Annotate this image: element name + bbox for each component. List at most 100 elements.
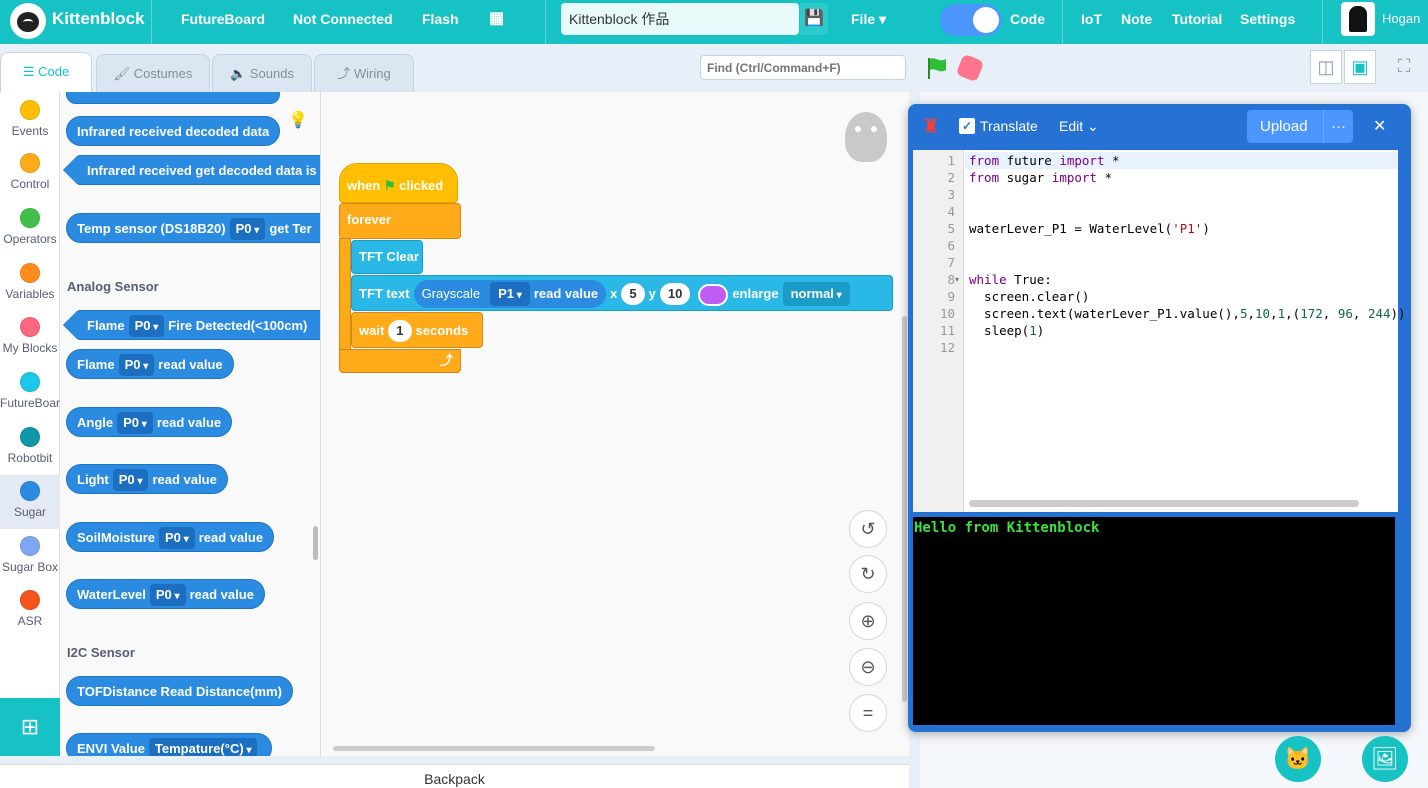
palette-block-light-read[interactable]: LightP0read value bbox=[66, 464, 228, 494]
brand-name: Kittenblock bbox=[52, 9, 145, 28]
category-events[interactable]: Events bbox=[0, 92, 60, 146]
large-stage-icon[interactable]: ▣ bbox=[1344, 50, 1376, 84]
palette-block-flame-detected[interactable]: FlameP0Fire Detected(<100cm) bbox=[76, 310, 320, 340]
upload-button[interactable]: Upload ··· bbox=[1247, 110, 1353, 143]
tft-clear-block[interactable]: TFT Clear bbox=[351, 240, 423, 274]
zoom-out-icon[interactable]: ⊖ bbox=[849, 648, 887, 686]
wait-block[interactable]: wait 1 seconds bbox=[351, 312, 483, 348]
palette-block-soil-read[interactable]: SoilMoistureP0read value bbox=[66, 522, 275, 552]
file-menu[interactable]: File ▾ bbox=[851, 0, 886, 44]
palette-block-angle-read[interactable]: AngleP0read value bbox=[66, 407, 233, 437]
tab-sounds[interactable]: 🔈 Sounds bbox=[212, 54, 312, 92]
save-icon[interactable]: 💾 bbox=[800, 3, 828, 35]
block-palette: Infrared received decoded data 💡 Infrare… bbox=[60, 92, 321, 756]
green-flag-small-icon: ⚑ bbox=[383, 178, 396, 193]
wiring-icon: ⤴ bbox=[337, 66, 354, 81]
backpack-bar[interactable]: Backpack bbox=[0, 764, 909, 788]
kittenblock-logo-icon bbox=[10, 3, 46, 39]
size-dropdown[interactable]: normal bbox=[782, 282, 850, 306]
code-line-9: screen.clear() bbox=[969, 289, 1090, 304]
find-input[interactable] bbox=[700, 55, 906, 80]
firmware-chip-icon[interactable]: ▦ bbox=[489, 0, 504, 44]
note-menu[interactable]: Note bbox=[1121, 0, 1152, 44]
redo-icon[interactable]: ↻ bbox=[849, 555, 887, 593]
tab-costumes[interactable]: 🖌 Costumes bbox=[96, 54, 210, 92]
category-robotbit[interactable]: Robotbit bbox=[0, 421, 60, 475]
green-flag-icon[interactable] bbox=[925, 56, 949, 80]
workspace-h-scrollbar[interactable] bbox=[333, 746, 655, 751]
add-backdrop-icon[interactable]: 🖼 bbox=[1362, 736, 1408, 782]
palette-block-flame-read[interactable]: FlameP0read value bbox=[66, 349, 234, 379]
small-stage-icon[interactable]: ◫ bbox=[1310, 50, 1342, 84]
palette-block-temp-sensor[interactable]: Temp sensor (DS18B20)P0get Ter bbox=[66, 213, 320, 243]
undo-icon[interactable]: ↺ bbox=[849, 510, 887, 548]
code-mode-toggle[interactable] bbox=[940, 4, 1002, 36]
project-title-input[interactable] bbox=[561, 3, 799, 35]
category-sugar-box[interactable]: Sugar Box bbox=[0, 530, 60, 584]
user-name[interactable]: Hogan bbox=[1382, 0, 1420, 44]
translate-label: Translate bbox=[980, 118, 1038, 134]
category-asr[interactable]: ASR bbox=[0, 584, 60, 638]
palette-block-tof[interactable]: TOFDistance Read Distance(mm) bbox=[66, 676, 293, 706]
connection-status[interactable]: Not Connected bbox=[293, 0, 393, 44]
kitten-mascot-icon bbox=[845, 112, 887, 162]
ir-receiver-icon: 💡 bbox=[288, 112, 308, 129]
i2c-sensor-section: I2C Sensor bbox=[67, 645, 135, 660]
palette-block-waterlevel-read[interactable]: WaterLevelP0read value bbox=[66, 579, 265, 609]
workspace-v-scrollbar[interactable] bbox=[902, 316, 907, 702]
iot-menu[interactable]: IoT bbox=[1081, 0, 1102, 44]
editor-tabs: ☰ Code 🖌 Costumes 🔈 Sounds ⤴ Wiring bbox=[0, 44, 420, 92]
code-panel: ♜ ✓ Translate Edit ⌄ Upload ··· ✕ 1 2 3 4… bbox=[908, 104, 1411, 732]
wait-input[interactable]: 1 bbox=[388, 320, 412, 342]
top-bar: Kittenblock FutureBoard Not Connected Fl… bbox=[0, 0, 1428, 44]
close-icon[interactable]: ✕ bbox=[1373, 116, 1386, 136]
fullscreen-icon[interactable]: ⛶ bbox=[1388, 50, 1420, 84]
edit-menu[interactable]: Edit ⌄ bbox=[1059, 118, 1099, 135]
upload-more-button[interactable]: ··· bbox=[1323, 110, 1353, 143]
python-rocket-icon: ♜ bbox=[922, 116, 940, 138]
tab-code[interactable]: ☰ Code bbox=[0, 52, 92, 92]
category-my-blocks[interactable]: My Blocks bbox=[0, 311, 60, 365]
console-output: Hello from Kittenblock bbox=[913, 517, 1395, 725]
palette-block-ir-decoded[interactable]: Infrared received decoded data bbox=[66, 116, 281, 146]
forever-block[interactable]: forever bbox=[339, 203, 461, 239]
add-sprite-icon[interactable]: 🐱 bbox=[1275, 736, 1321, 782]
code-toggle-label: Code bbox=[1010, 11, 1045, 27]
settings-menu[interactable]: Settings bbox=[1240, 0, 1295, 44]
code-line-5: waterLever_P1 = WaterLevel('P1') bbox=[969, 221, 1210, 236]
palette-scrollbar[interactable] bbox=[313, 526, 318, 560]
code-line-8: while True: bbox=[969, 272, 1052, 287]
device-menu[interactable]: FutureBoard bbox=[181, 0, 265, 44]
analog-sensor-section: Analog Sensor bbox=[67, 279, 159, 294]
tft-text-block[interactable]: TFT textGrayscaleP1read valuex5y10enlarg… bbox=[351, 275, 893, 311]
zoom-in-icon[interactable]: ⊕ bbox=[849, 602, 887, 640]
fold-arrow-icon[interactable]: ▾ bbox=[955, 271, 959, 288]
category-variables[interactable]: Variables bbox=[0, 257, 60, 311]
category-menu: Events Control Operators Variables My Bl… bbox=[0, 92, 60, 756]
category-futureboard[interactable]: FutureBoar bbox=[0, 366, 60, 420]
code-line-1: from future import * bbox=[969, 153, 1120, 168]
tab-wiring[interactable]: ⤴ Wiring bbox=[314, 54, 414, 92]
palette-block-envi[interactable]: ENVI Value Tempature(°C) bbox=[66, 733, 273, 756]
code-line-2: from sugar import * bbox=[969, 170, 1113, 185]
when-flag-clicked-block[interactable]: when ⚑ clicked bbox=[339, 163, 458, 203]
category-sugar[interactable]: Sugar bbox=[0, 475, 60, 529]
x-input[interactable]: 5 bbox=[621, 283, 645, 305]
code-editor[interactable]: 1 2 3 4 5 6 7 8 9 10 11 12 ▾ from future… bbox=[913, 150, 1406, 512]
color-picker[interactable] bbox=[698, 283, 729, 306]
category-operators[interactable]: Operators bbox=[0, 202, 60, 256]
grayscale-reporter[interactable]: GrayscaleP1read value bbox=[413, 280, 607, 308]
palette-block-partial[interactable] bbox=[66, 92, 280, 104]
y-input[interactable]: 10 bbox=[659, 283, 691, 305]
zoom-reset-icon[interactable]: = bbox=[849, 694, 887, 732]
tutorial-menu[interactable]: Tutorial bbox=[1172, 0, 1222, 44]
translate-checkbox[interactable]: ✓ bbox=[959, 118, 975, 134]
category-control[interactable]: Control bbox=[0, 147, 60, 201]
palette-block-ir-get-decoded[interactable]: Infrared received get decoded data is e bbox=[76, 155, 320, 185]
user-avatar[interactable] bbox=[1341, 2, 1375, 36]
stop-icon[interactable] bbox=[955, 53, 985, 83]
chevron-down-icon: ⌄ bbox=[1087, 118, 1099, 134]
editor-h-scrollbar[interactable] bbox=[969, 500, 1359, 507]
flash-button[interactable]: Flash bbox=[422, 0, 459, 44]
add-extension-icon[interactable]: ⊞ bbox=[0, 698, 60, 756]
